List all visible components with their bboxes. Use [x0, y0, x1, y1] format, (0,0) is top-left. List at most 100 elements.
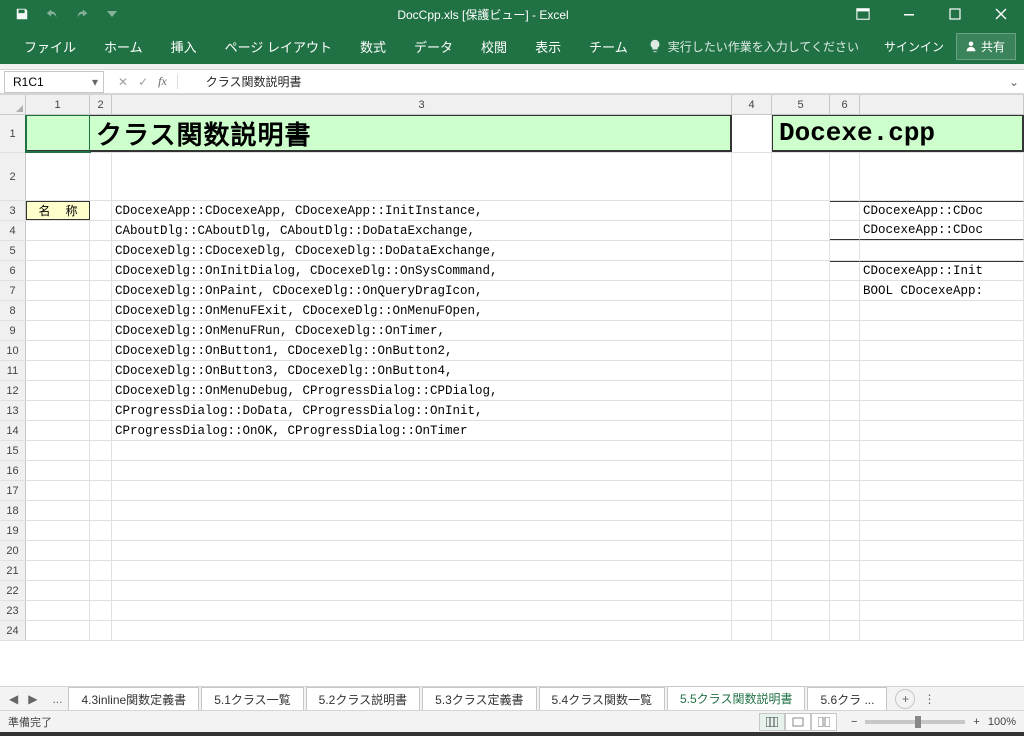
row-12: 12 CDocexeDlg::OnMenuDebug, CProgressDia…	[0, 381, 1024, 401]
fx-icon[interactable]: fx	[158, 74, 178, 89]
cell-r9c3[interactable]: CDocexeDlg::OnMenuFRun, CDocexeDlg::OnTi…	[112, 321, 732, 340]
tab-home[interactable]: ホーム	[90, 28, 157, 65]
name-box-dropdown-icon[interactable]: ▾	[87, 75, 103, 89]
person-icon	[965, 40, 977, 52]
row-header-1[interactable]: 1	[0, 115, 26, 152]
cell-r4c3[interactable]: CAboutDlg::CAboutDlg, CAboutDlg::DoDataE…	[112, 221, 732, 240]
sheet-tab-strip: ◀ ▶ ... 4.3inline関数定義書 5.1クラス一覧 5.2クラス説明…	[0, 686, 1024, 710]
col-header-6[interactable]: 6	[830, 95, 860, 114]
ribbon-display-options-button[interactable]	[840, 0, 886, 28]
cell-r10c3[interactable]: CDocexeDlg::OnButton1, CDocexeDlg::OnBut…	[112, 341, 732, 360]
tab-strip-menu-button[interactable]: ⋮	[915, 692, 943, 706]
maximize-button[interactable]	[932, 0, 978, 28]
minimize-button[interactable]	[886, 0, 932, 28]
share-button[interactable]: 共有	[956, 33, 1016, 60]
cell-r1c1[interactable]	[26, 115, 90, 152]
close-button[interactable]	[978, 0, 1024, 28]
col-header-1[interactable]: 1	[26, 95, 90, 114]
sheet-tab-56[interactable]: 5.6クラ ...	[807, 687, 887, 711]
tab-file[interactable]: ファイル	[10, 28, 90, 65]
qat-customize-button[interactable]	[98, 0, 126, 28]
row-6: 6 CDocexeDlg::OnInitDialog, CDocexeDlg::…	[0, 261, 1024, 281]
row-18: 18	[0, 501, 1024, 521]
zoom-slider[interactable]	[865, 720, 965, 724]
new-sheet-button[interactable]: +	[895, 689, 915, 709]
view-buttons	[759, 713, 837, 731]
col-header-3[interactable]: 3	[112, 95, 732, 114]
tab-review[interactable]: 校閲	[467, 28, 521, 65]
cell-label-name[interactable]: 名 称	[26, 201, 90, 220]
tell-me-search[interactable]: 実行したい作業を入力してください	[648, 38, 859, 55]
tab-formulas[interactable]: 数式	[346, 28, 400, 65]
row-24: 24	[0, 621, 1024, 641]
cell-r14c3[interactable]: CProgressDialog::OnOK, CProgressDialog::…	[112, 421, 732, 440]
select-all-button[interactable]	[0, 95, 26, 114]
cell-r6c3[interactable]: CDocexeDlg::OnInitDialog, CDocexeDlg::On…	[112, 261, 732, 280]
tab-nav-next-icon[interactable]: ▶	[25, 690, 40, 708]
cell-r13c3[interactable]: CProgressDialog::DoData, CProgressDialog…	[112, 401, 732, 420]
row-17: 17	[0, 481, 1024, 501]
sheet-tab-52[interactable]: 5.2クラス説明書	[306, 687, 420, 711]
col-header-5[interactable]: 5	[772, 95, 830, 114]
signin-link[interactable]: サインイン	[872, 38, 956, 55]
save-button[interactable]	[8, 0, 36, 28]
cell-r12c3[interactable]: CDocexeDlg::OnMenuDebug, CProgressDialog…	[112, 381, 732, 400]
tab-overflow-button[interactable]: ...	[46, 692, 68, 706]
grid-body[interactable]: 1 クラス関数説明書 Docexe.cpp 2 3 名 称 CDocexeApp…	[0, 115, 1024, 686]
view-normal-button[interactable]	[759, 713, 785, 731]
row-23: 23	[0, 601, 1024, 621]
cell-r8c3[interactable]: CDocexeDlg::OnMenuFExit, CDocexeDlg::OnM…	[112, 301, 732, 320]
cell-r6c7[interactable]: CDocexeApp::Init	[860, 261, 1024, 280]
formula-bar-buttons: ✕ ✓ fx	[104, 74, 192, 89]
cell-r1c4[interactable]	[732, 115, 772, 152]
cell-r7c3[interactable]: CDocexeDlg::OnPaint, CDocexeDlg::OnQuery…	[112, 281, 732, 300]
window-shadow	[0, 732, 1024, 736]
zoom-out-button[interactable]: −	[851, 716, 857, 728]
tab-pagelayout[interactable]: ページ レイアウト	[211, 28, 346, 65]
zoom-controls: − + 100%	[851, 716, 1016, 728]
row-19: 19	[0, 521, 1024, 541]
undo-button[interactable]	[38, 0, 66, 28]
cell-r3c7[interactable]: CDocexeApp::CDoc	[860, 201, 1024, 220]
name-box[interactable]: R1C1 ▾	[4, 71, 104, 93]
cell-title-main[interactable]: クラス関数説明書	[90, 115, 732, 152]
col-header-7[interactable]	[860, 95, 1024, 114]
view-pagebreak-button[interactable]	[811, 713, 837, 731]
expand-formula-bar-button[interactable]: ⌄	[1004, 75, 1024, 89]
enter-formula-icon[interactable]: ✓	[138, 75, 148, 89]
zoom-level[interactable]: 100%	[988, 716, 1016, 728]
row-16: 16	[0, 461, 1024, 481]
redo-button[interactable]	[68, 0, 96, 28]
row-22: 22	[0, 581, 1024, 601]
col-header-2[interactable]: 2	[90, 95, 112, 114]
formula-input[interactable]: クラス関数説明書	[192, 73, 1004, 90]
tab-view[interactable]: 表示	[521, 28, 575, 65]
row-11: 11 CDocexeDlg::OnButton3, CDocexeDlg::On…	[0, 361, 1024, 381]
formula-bar: R1C1 ▾ ✕ ✓ fx クラス関数説明書 ⌄	[0, 70, 1024, 94]
sheet-tab-53[interactable]: 5.3クラス定義書	[422, 687, 536, 711]
tab-data[interactable]: データ	[400, 28, 467, 65]
sheet-tab-55[interactable]: 5.5クラス関数説明書	[667, 686, 805, 712]
cell-title-file[interactable]: Docexe.cpp	[772, 115, 1024, 152]
row-header-3[interactable]: 3	[0, 201, 26, 220]
cell-r4c7[interactable]: CDocexeApp::CDoc	[860, 221, 1024, 240]
tab-insert[interactable]: 挿入	[157, 28, 211, 65]
tab-team[interactable]: チーム	[575, 28, 642, 65]
cell-r3c3[interactable]: CDocexeApp::CDocexeApp, CDocexeApp::Init…	[112, 201, 732, 220]
cell-r2c1[interactable]	[26, 153, 90, 200]
sheet-tab-54[interactable]: 5.4クラス関数一覧	[539, 687, 665, 711]
view-pagelayout-button[interactable]	[785, 713, 811, 731]
cell-r5c3[interactable]: CDocexeDlg::CDocexeDlg, CDocexeDlg::DoDa…	[112, 241, 732, 260]
cell-r7c7[interactable]: BOOL CDocexeApp:	[860, 281, 1024, 300]
tab-nav-prev-icon[interactable]: ◀	[6, 690, 21, 708]
sheet-tab-43[interactable]: 4.3inline関数定義書	[68, 687, 199, 711]
zoom-in-button[interactable]: +	[973, 716, 979, 728]
cancel-formula-icon[interactable]: ✕	[118, 75, 128, 89]
col-header-4[interactable]: 4	[732, 95, 772, 114]
cell-r11c3[interactable]: CDocexeDlg::OnButton3, CDocexeDlg::OnBut…	[112, 361, 732, 380]
title-bar: DocCpp.xls [保護ビュー] - Excel	[0, 0, 1024, 28]
tell-me-placeholder: 実行したい作業を入力してください	[668, 38, 859, 55]
row-header-2[interactable]: 2	[0, 153, 26, 200]
window-controls	[840, 0, 1024, 28]
sheet-tab-51[interactable]: 5.1クラス一覧	[201, 687, 303, 711]
